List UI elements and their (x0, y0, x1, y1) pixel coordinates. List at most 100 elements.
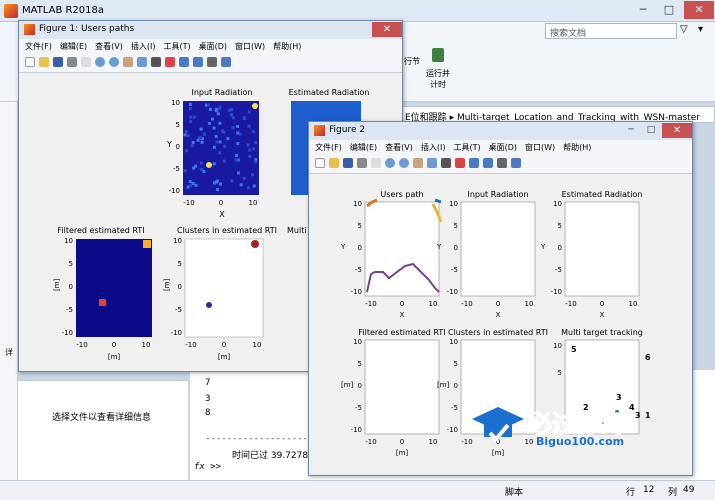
menu-desktop[interactable]: 桌面(D) (199, 42, 227, 51)
cluster-blue (206, 302, 212, 308)
print-icon[interactable] (67, 57, 77, 67)
tracking-label: 3 (616, 393, 622, 402)
command-prompt[interactable]: fx >> (194, 462, 221, 472)
dock-icon[interactable] (511, 158, 521, 168)
run-advance-icon[interactable] (432, 48, 444, 62)
y-axis-label: Y (540, 243, 546, 251)
maximize-button[interactable]: □ (656, 1, 682, 19)
x-tick-label: 0 (400, 300, 404, 308)
filter-icon[interactable]: ▽ (680, 24, 688, 35)
clusters-axes (184, 238, 264, 338)
y-tick-label: -5 (451, 266, 458, 274)
pan-icon[interactable] (413, 158, 423, 168)
colorbar-icon[interactable] (483, 158, 493, 168)
colorbar-icon[interactable] (193, 57, 203, 67)
dock-icon[interactable] (221, 57, 231, 67)
tracking-label: 5 (571, 345, 577, 354)
y-tick-label: 5 (558, 369, 562, 377)
figure2-menubar: 文件(F) 编辑(E) 查看(V) 插入(I) 工具(T) 桌面(D) 窗口(W) 帮助(H) (309, 140, 692, 155)
y-tick-label: 10 (64, 237, 73, 245)
menu-tools[interactable]: 工具(T) (453, 143, 480, 152)
plot-title: Filtered estimated RTI (358, 328, 445, 337)
y-tick-label: -5 (175, 306, 182, 314)
noise-cell (212, 126, 216, 130)
pointer-icon[interactable] (371, 158, 381, 168)
menu-insert[interactable]: 插入(I) (421, 143, 446, 152)
noise-cell (212, 145, 216, 149)
menu-insert[interactable]: 插入(I) (131, 42, 156, 51)
rotate-icon[interactable] (427, 158, 437, 168)
print-icon[interactable] (357, 158, 367, 168)
menu-file[interactable]: 文件(F) (315, 143, 342, 152)
plot-title: Clusters in estimated RTI (177, 226, 277, 235)
noise-cell (218, 106, 222, 110)
open-icon[interactable] (39, 57, 49, 67)
new-figure-icon[interactable] (25, 57, 35, 67)
menu-window[interactable]: 窗口(W) (525, 143, 555, 152)
run-advance-label[interactable]: 运行并 计时 (426, 68, 450, 90)
menu-edit[interactable]: 编辑(E) (350, 143, 377, 152)
x-tick-label: 10 (429, 300, 438, 308)
menu-icon[interactable]: ▾ (698, 24, 703, 35)
menu-file[interactable]: 文件(F) (25, 42, 52, 51)
link-icon[interactable] (179, 57, 189, 67)
menu-help[interactable]: 帮助(H) (273, 42, 301, 51)
zoom-in-icon[interactable] (95, 57, 105, 67)
noise-cell (248, 154, 252, 158)
hide-tools-icon[interactable] (497, 158, 507, 168)
pointer-icon[interactable] (81, 57, 91, 67)
link-icon[interactable] (469, 158, 479, 168)
x-tick-label: -10 (565, 300, 576, 308)
save-icon[interactable] (343, 158, 353, 168)
new-figure-icon[interactable] (315, 158, 325, 168)
noise-cell (191, 140, 195, 144)
close-button[interactable]: ✕ (684, 1, 714, 19)
figure1-close-button[interactable]: ✕ (372, 22, 402, 37)
details-label: 详 (5, 348, 13, 357)
noise-cell (239, 183, 243, 187)
menu-desktop[interactable]: 桌面(D) (489, 143, 517, 152)
x-axis-label: [m] (108, 353, 121, 361)
data-cursor-icon[interactable] (151, 57, 161, 67)
minimize-button[interactable]: ─ (630, 1, 656, 19)
save-icon[interactable] (53, 57, 63, 67)
open-icon[interactable] (329, 158, 339, 168)
hide-tools-icon[interactable] (207, 57, 217, 67)
figure2-minimize-button[interactable]: ─ (621, 123, 641, 138)
y-tick-label: 5 (69, 260, 73, 268)
menu-view[interactable]: 查看(V) (95, 42, 123, 51)
zoom-in-icon[interactable] (385, 158, 395, 168)
zoom-out-icon[interactable] (109, 57, 119, 67)
noise-cell (215, 140, 219, 144)
search-input[interactable]: 搜索文档 (545, 23, 677, 39)
rotate-icon[interactable] (137, 57, 147, 67)
noise-cell (188, 184, 192, 188)
y-tick-label: 10 (449, 338, 458, 346)
brush-icon[interactable] (455, 158, 465, 168)
data-cursor-icon[interactable] (441, 158, 451, 168)
menu-window[interactable]: 窗口(W) (235, 42, 265, 51)
figure2-close-button[interactable]: ✕ (662, 123, 692, 138)
graduation-cap-logo (470, 403, 526, 449)
noise-cell (214, 107, 218, 111)
tracking-label: 3 (635, 411, 641, 420)
brush-icon[interactable] (165, 57, 175, 67)
noise-cell (214, 134, 218, 138)
noise-cell (188, 107, 192, 111)
plot-title: Estimated Radiation (289, 88, 370, 97)
noise-cell (194, 183, 198, 187)
noise-cell (218, 140, 222, 144)
x-tick-label: 0 (496, 300, 500, 308)
menu-help[interactable]: 帮助(H) (563, 143, 591, 152)
pan-icon[interactable] (123, 57, 133, 67)
menu-edit[interactable]: 编辑(E) (60, 42, 87, 51)
menu-tools[interactable]: 工具(T) (163, 42, 190, 51)
plot-title: Input Radiation (467, 190, 528, 199)
run-section-label[interactable]: 行节 (404, 56, 420, 67)
y-tick-label: 10 (553, 342, 562, 350)
input-radiation-heatmap (183, 101, 259, 195)
y-tick-label: -5 (555, 266, 562, 274)
menu-view[interactable]: 查看(V) (385, 143, 413, 152)
zoom-out-icon[interactable] (399, 158, 409, 168)
figure2-maximize-button[interactable]: □ (641, 123, 661, 138)
